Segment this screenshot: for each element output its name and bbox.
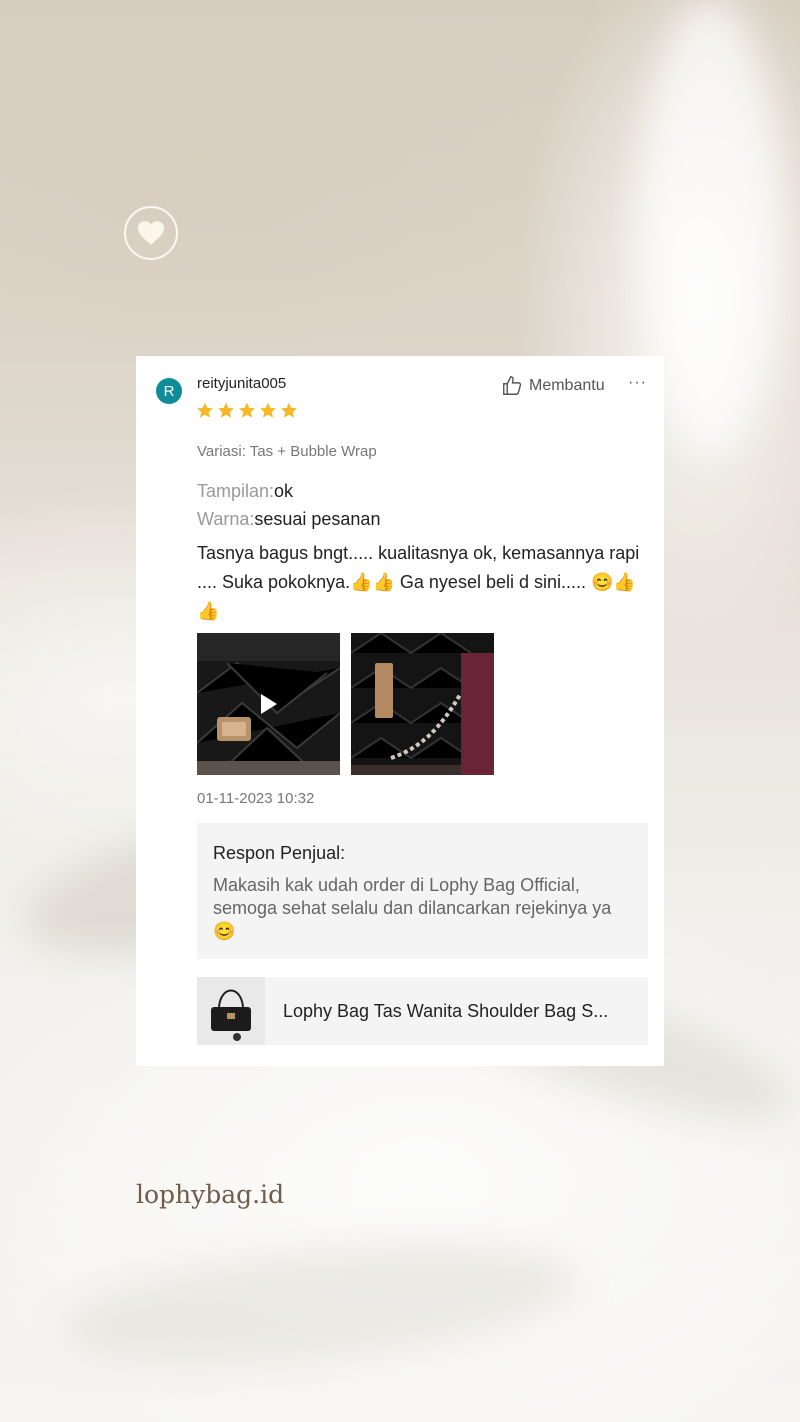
variation-text: Variasi: Tas + Bubble Wrap: [197, 443, 377, 460]
attribute-value: ok: [274, 481, 294, 501]
reviewer-username[interactable]: reityjunita005: [197, 375, 286, 392]
attribute-appearance: Tampilan:ok: [197, 481, 293, 502]
star-icon: [239, 402, 255, 418]
review-photo-thumbnail[interactable]: [351, 633, 494, 775]
review-text: Tasnya bagus bngt..... kualitasnya ok, k…: [197, 543, 640, 621]
attribute-key: Warna:: [197, 509, 255, 529]
star-icon: [260, 402, 276, 418]
review-card: R reityjunita005 Membantu ··· Variasi: T…: [136, 356, 664, 1066]
more-options-button[interactable]: ···: [628, 374, 647, 392]
attribute-key: Tampilan:: [197, 481, 275, 501]
rating-stars: [196, 402, 298, 419]
product-name: Lophy Bag Tas Wanita Shoulder Bag S...: [283, 1000, 609, 1021]
attribute-color: Warna:sesuai pesanan: [197, 509, 380, 530]
star-icon: [197, 402, 213, 418]
seller-response-body: Makasih kak udah order di Lophy Bag Offi…: [213, 875, 612, 941]
helpful-button[interactable]: Membantu: [502, 375, 605, 396]
thumbs-up-icon: [503, 376, 522, 395]
star-icon: [218, 402, 234, 418]
bag-photo: [351, 633, 494, 775]
avatar[interactable]: R: [156, 378, 182, 404]
product-thumbnail: [197, 977, 265, 1045]
helpful-label: Membantu: [529, 376, 605, 394]
like-heart-button[interactable]: [124, 206, 178, 260]
attribute-value: sesuai pesanan: [254, 509, 381, 529]
play-icon: [261, 694, 277, 714]
seller-response-title: Respon Penjual:: [213, 843, 346, 863]
review-date: 01-11-2023 10:32: [197, 790, 315, 807]
product-link[interactable]: Lophy Bag Tas Wanita Shoulder Bag S...: [197, 977, 648, 1045]
review-video-thumbnail[interactable]: [197, 633, 340, 775]
seller-response: Respon Penjual: Makasih kak udah order d…: [197, 823, 648, 959]
star-icon: [281, 402, 297, 418]
heart-icon: [138, 221, 164, 245]
brand-watermark: lophybag.id: [136, 1180, 285, 1209]
